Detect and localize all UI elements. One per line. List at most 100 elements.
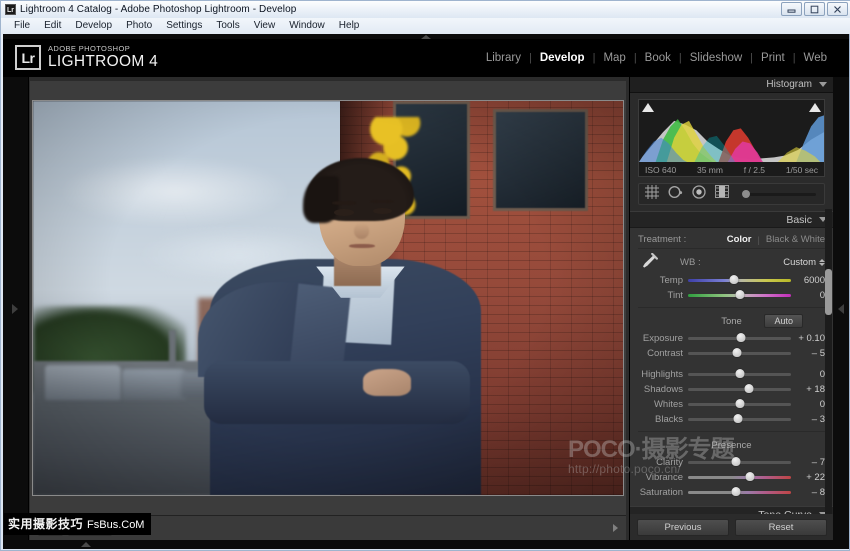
- fsbus-watermark-en: FsBus.CoM: [87, 519, 144, 531]
- temp-label: Temp: [638, 275, 688, 286]
- white-balance-label: WB :: [680, 257, 701, 268]
- presence-group-header: Presence: [638, 437, 825, 454]
- left-panel-collapsed[interactable]: [3, 77, 29, 540]
- identity-line-1: ADOBE PHOTOSHOP: [48, 44, 158, 53]
- histogram-panel-header[interactable]: Histogram: [630, 77, 833, 93]
- treatment-row: Treatment : Color | Black & White: [638, 231, 825, 249]
- contrast-label: Contrast: [638, 348, 688, 359]
- whites-value: 0: [791, 399, 825, 410]
- vibrance-slider-row: Vibrance + 22: [638, 470, 825, 484]
- right-panel-edge[interactable]: [833, 77, 849, 540]
- menu-file[interactable]: File: [7, 18, 37, 34]
- filmstrip-expand-arrow-icon[interactable]: [81, 542, 91, 547]
- highlights-label: Highlights: [638, 369, 688, 380]
- right-panel-scrollbar[interactable]: [825, 209, 832, 540]
- graduated-filter-tool-icon[interactable]: [715, 185, 729, 203]
- menu-edit[interactable]: Edit: [37, 18, 68, 34]
- exposure-slider[interactable]: [688, 337, 791, 340]
- saturation-slider-row: Saturation – 8: [638, 485, 825, 499]
- module-tab-library[interactable]: Library: [478, 51, 529, 65]
- auto-tone-button[interactable]: Auto: [764, 314, 803, 328]
- previous-button[interactable]: Previous: [637, 519, 729, 536]
- treatment-bw-option[interactable]: Black & White: [766, 234, 825, 245]
- highlights-slider-row: Highlights 0: [638, 367, 825, 381]
- contrast-value: – 5: [791, 348, 825, 359]
- reset-button[interactable]: Reset: [735, 519, 827, 536]
- contrast-slider[interactable]: [688, 352, 791, 355]
- menu-photo[interactable]: Photo: [119, 18, 159, 34]
- photo-vignette: [33, 101, 623, 495]
- shadows-slider[interactable]: [688, 388, 791, 391]
- basic-panel-body: Treatment : Color | Black & White: [630, 228, 833, 506]
- minimize-button[interactable]: [781, 2, 802, 16]
- right-panel: Histogram: [629, 77, 833, 540]
- exif-shutter-speed: 1/50 sec: [786, 165, 818, 175]
- filmstrip-collapsed-bar[interactable]: [3, 540, 849, 549]
- image-stage: Y | Y: [29, 77, 629, 540]
- whites-slider-knob[interactable]: [735, 399, 744, 408]
- left-panel-expand-arrow-icon[interactable]: [12, 304, 18, 314]
- clarity-slider-knob[interactable]: [732, 457, 741, 466]
- adjustment-brush-tool-knob[interactable]: [742, 190, 750, 198]
- module-tab-slideshow[interactable]: Slideshow: [682, 51, 750, 65]
- red-eye-tool-icon[interactable]: [692, 185, 706, 204]
- highlights-slider[interactable]: [688, 373, 791, 376]
- blacks-slider-knob[interactable]: [734, 414, 743, 423]
- spot-removal-tool-icon[interactable]: [668, 185, 683, 204]
- section-divider: [638, 307, 825, 308]
- blacks-slider[interactable]: [688, 418, 791, 421]
- basic-panel-header[interactable]: Basic: [630, 211, 833, 228]
- menu-help[interactable]: Help: [332, 18, 367, 34]
- identity-plate[interactable]: Lr ADOBE PHOTOSHOP LIGHTROOM 4: [15, 45, 158, 70]
- right-panel-collapse-arrow-icon[interactable]: [838, 304, 844, 314]
- clarity-slider-row: Clarity – 7: [638, 455, 825, 469]
- saturation-value: – 8: [791, 487, 825, 498]
- tint-slider[interactable]: [688, 294, 791, 297]
- shadows-value: + 18: [791, 384, 825, 395]
- vibrance-slider-knob[interactable]: [745, 472, 754, 481]
- tint-value: 0: [791, 290, 825, 301]
- tint-slider-knob[interactable]: [735, 290, 744, 299]
- close-button[interactable]: [827, 2, 848, 16]
- blacks-value: – 3: [791, 414, 825, 425]
- contrast-slider-knob[interactable]: [733, 348, 742, 357]
- module-tab-book[interactable]: Book: [637, 51, 679, 65]
- menu-tools[interactable]: Tools: [209, 18, 246, 34]
- highlights-slider-knob[interactable]: [735, 369, 744, 378]
- crop-overlay-tool-icon[interactable]: [645, 185, 659, 204]
- clarity-slider[interactable]: [688, 461, 791, 464]
- maximize-button[interactable]: [804, 2, 825, 16]
- toolbar-collapse-arrow-icon[interactable]: [613, 524, 618, 532]
- vibrance-slider[interactable]: [688, 476, 791, 479]
- image-canvas[interactable]: [30, 81, 626, 515]
- histogram-curves: [639, 106, 824, 162]
- temp-slider[interactable]: [688, 279, 791, 282]
- whites-slider[interactable]: [688, 403, 791, 406]
- white-balance-eyedropper-icon[interactable]: [638, 253, 658, 271]
- saturation-slider[interactable]: [688, 491, 791, 494]
- histogram-collapse-chevron-icon[interactable]: [819, 82, 827, 87]
- menu-develop[interactable]: Develop: [68, 18, 119, 34]
- right-panel-scrollbar-thumb[interactable]: [825, 269, 832, 315]
- module-tab-develop[interactable]: Develop: [532, 51, 593, 65]
- temp-slider-knob[interactable]: [730, 275, 739, 284]
- clarity-value: – 7: [791, 457, 825, 468]
- photo-preview[interactable]: [32, 100, 624, 496]
- menu-settings[interactable]: Settings: [159, 18, 209, 34]
- module-tab-map[interactable]: Map: [595, 51, 633, 65]
- histogram-exif-row: ISO 640 35 mm f / 2.5 1/50 sec: [639, 165, 824, 175]
- menu-window[interactable]: Window: [282, 18, 332, 34]
- adjustment-brush-tool-slider[interactable]: [742, 193, 816, 196]
- shadows-slider-knob[interactable]: [744, 384, 753, 393]
- histogram-graph[interactable]: ISO 640 35 mm f / 2.5 1/50 sec: [638, 99, 825, 177]
- identity-bar: Lr ADOBE PHOTOSHOP LIGHTROOM 4 Library |…: [3, 39, 849, 77]
- module-tab-web[interactable]: Web: [796, 51, 835, 65]
- menu-view[interactable]: View: [247, 18, 283, 34]
- white-balance-selector[interactable]: Custom: [783, 257, 825, 268]
- exposure-label: Exposure: [638, 333, 688, 344]
- saturation-slider-knob[interactable]: [732, 487, 741, 496]
- module-tab-print[interactable]: Print: [753, 51, 793, 65]
- vibrance-label: Vibrance: [638, 472, 688, 483]
- exposure-slider-knob[interactable]: [736, 333, 745, 342]
- treatment-color-option[interactable]: Color: [727, 234, 752, 245]
